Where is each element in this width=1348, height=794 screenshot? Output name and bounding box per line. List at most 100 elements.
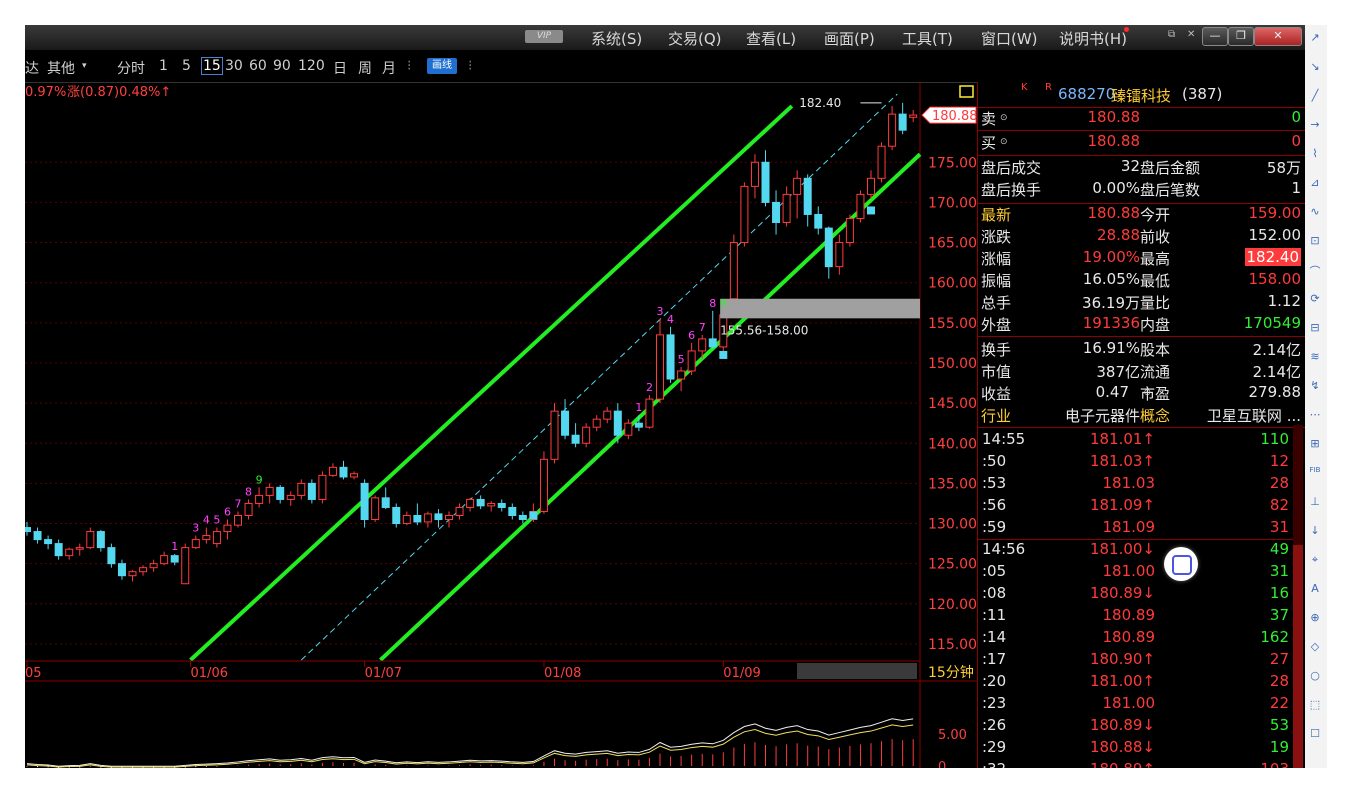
candle-body (75, 547, 84, 550)
tick-time: :59 (982, 518, 1007, 536)
kline-chart[interactable]: 175.00170.00165.00160.00155.00150.00145.… (25, 82, 977, 768)
td-sequence-number: 1 (171, 540, 178, 553)
r-marker[interactable]: R (1045, 82, 1052, 93)
tick-volume: 16 (1269, 584, 1289, 602)
candle-body (128, 571, 137, 577)
drawing-tool-icon[interactable]: ⬚ (1308, 698, 1322, 711)
price-axis-label: 130.00 (928, 517, 977, 533)
tick-volume: 31 (1269, 562, 1289, 580)
toolbar-item-intraday[interactable]: 分时 (117, 58, 145, 78)
menu-trade[interactable]: 交易(Q) (668, 28, 722, 49)
drawing-tool-icon[interactable]: ◇ (1308, 640, 1322, 653)
drawing-tool-icon[interactable]: ⊞ (1308, 437, 1322, 450)
tick-time: :29 (982, 738, 1007, 756)
toolbar-item-15min[interactable]: 15 (201, 57, 223, 75)
scrollbar-thumb[interactable] (1293, 545, 1303, 768)
quote-value: 170549 (1243, 314, 1301, 332)
drawing-tool-icon[interactable]: ⊡ (1308, 234, 1322, 247)
maximize-button[interactable]: ❐ (1228, 27, 1254, 46)
drawing-tool-icon[interactable]: ○ (1308, 669, 1322, 682)
drawing-tool-icon[interactable]: ↘ (1308, 60, 1322, 73)
candle-body (539, 458, 548, 512)
x-axis-date: 01/07 (365, 666, 402, 681)
toolbar-item-30min[interactable]: 30 (225, 58, 243, 74)
scrollbar[interactable] (1293, 425, 1303, 768)
menu-help[interactable]: 说明书(H) (1059, 28, 1127, 49)
drawing-tool-icon[interactable]: ≋ (1308, 350, 1322, 363)
chevron-down-icon[interactable]: ▾ (82, 61, 87, 71)
menu-system[interactable]: 系统(S) (591, 28, 642, 49)
quote-label: 内盘 (1140, 316, 1171, 334)
menu-tools[interactable]: 工具(T) (902, 28, 953, 49)
drawing-tool-icon[interactable]: ↗ (1308, 31, 1322, 44)
toolbar-divider: ⁝ (407, 58, 412, 74)
drawing-tool-icon[interactable]: ⌒ (1308, 263, 1322, 279)
drawing-tool-icon[interactable]: ↓ (1308, 524, 1322, 537)
drawing-tool-icon[interactable]: ⋯ (1308, 408, 1322, 421)
toolbar-item-month[interactable]: 月 (382, 58, 396, 78)
indicator-axis-label: 5.00 (938, 728, 967, 743)
drawing-tool-icon[interactable]: A (1308, 582, 1322, 595)
toolbar-item-1min[interactable]: 1 (159, 58, 168, 74)
drawing-tool-icon[interactable]: ⊟ (1308, 321, 1322, 334)
drawing-toolbar: ↗ ↘ ╱ → ⌇ ⊿ ∿ ⊡ ⌒ ⟳ ⊟ ≋ ↯ ⋯ ⊞ FIB ⊥ ↓ ⌖ A ⊕ ◇ ○ ⬚ ☐ (1305, 25, 1327, 768)
floating-action-button[interactable] (1164, 547, 1198, 581)
drawing-tool-icon[interactable]: FIB (1308, 466, 1322, 474)
info-icon[interactable]: ⊙ (1143, 388, 1151, 398)
candle-body (139, 567, 148, 573)
stock-cap: (387) (1182, 85, 1223, 103)
toolbar-item-da[interactable]: 达 (25, 58, 39, 78)
candle-body (634, 422, 643, 428)
drawing-tool-icon[interactable]: ⊕ (1308, 611, 1322, 624)
toolbar-item-5min[interactable]: 5 (182, 58, 191, 74)
quote-value: 卫星互联网 ... (1206, 407, 1301, 425)
tick-volume: 162 (1260, 628, 1289, 646)
legend-box-icon[interactable] (959, 85, 974, 98)
draw-line-button[interactable]: 画线 (427, 58, 457, 74)
drawing-tool-icon[interactable]: ⌇ (1308, 147, 1322, 160)
menu-screen[interactable]: 画面(P) (824, 28, 875, 49)
toolbar-item-day[interactable]: 日 (333, 58, 347, 78)
drawing-tool-icon[interactable]: ⊿ (1308, 176, 1322, 189)
drawing-tool-icon[interactable]: ☐ (1308, 727, 1322, 740)
drawing-tool-icon[interactable]: → (1308, 118, 1322, 131)
info-icon[interactable]: ⊙ (1000, 113, 1008, 123)
toolbar-item-120min[interactable]: 120 (298, 58, 325, 74)
drawing-tool-icon[interactable]: ╱ (1308, 89, 1322, 102)
menu-window[interactable]: 窗口(W) (981, 28, 1038, 49)
candle-body (54, 543, 63, 557)
k-marker[interactable]: K (1021, 82, 1028, 93)
price-axis-label: 170.00 (928, 195, 977, 211)
quote-value: 182.40 (1244, 248, 1301, 266)
restore-small-icon[interactable]: ⧉ (1168, 29, 1175, 40)
divider (978, 539, 1293, 540)
price-axis-label: 125.00 (928, 557, 977, 573)
candle-body (782, 193, 791, 223)
sell-price: 180.88 (1087, 108, 1141, 126)
candle-body (360, 482, 369, 521)
period-label: 15分钟 (928, 664, 974, 681)
vip-badge[interactable]: VIP (525, 30, 563, 43)
drawing-tool-icon[interactable]: ⟳ (1308, 292, 1322, 305)
close-small-icon[interactable]: ✕ (1187, 29, 1195, 40)
toolbar-item-other[interactable]: 其他 (47, 58, 75, 78)
toolbar-item-week[interactable]: 周 (358, 58, 372, 78)
quote-row: 涨幅 19.00% 最高 182.40 (978, 248, 1305, 270)
time-scroll-bar[interactable] (797, 663, 917, 679)
tick-volume: 103 (1260, 760, 1289, 768)
toolbar-item-60min[interactable]: 60 (249, 58, 267, 74)
candle-body (455, 506, 464, 517)
signal-marker (867, 206, 875, 215)
drawing-tool-icon[interactable]: ∿ (1308, 205, 1322, 218)
close-button[interactable]: ✕ (1254, 27, 1302, 46)
info-icon[interactable]: ⊙ (1000, 137, 1008, 147)
drawing-tool-icon[interactable]: ↯ (1308, 379, 1322, 392)
quote-row: 盘后换手 0.00% 盘后笔数 1 (978, 179, 1305, 201)
drawing-tool-icon[interactable]: ⌖ (1308, 553, 1322, 567)
toolbar-item-90min[interactable]: 90 (273, 58, 291, 74)
candle-body (561, 410, 570, 436)
drawing-tool-icon[interactable]: ⊥ (1308, 495, 1322, 508)
minimize-button[interactable]: — (1202, 27, 1228, 46)
menu-view[interactable]: 查看(L) (746, 28, 796, 49)
gap-zone (720, 298, 920, 319)
